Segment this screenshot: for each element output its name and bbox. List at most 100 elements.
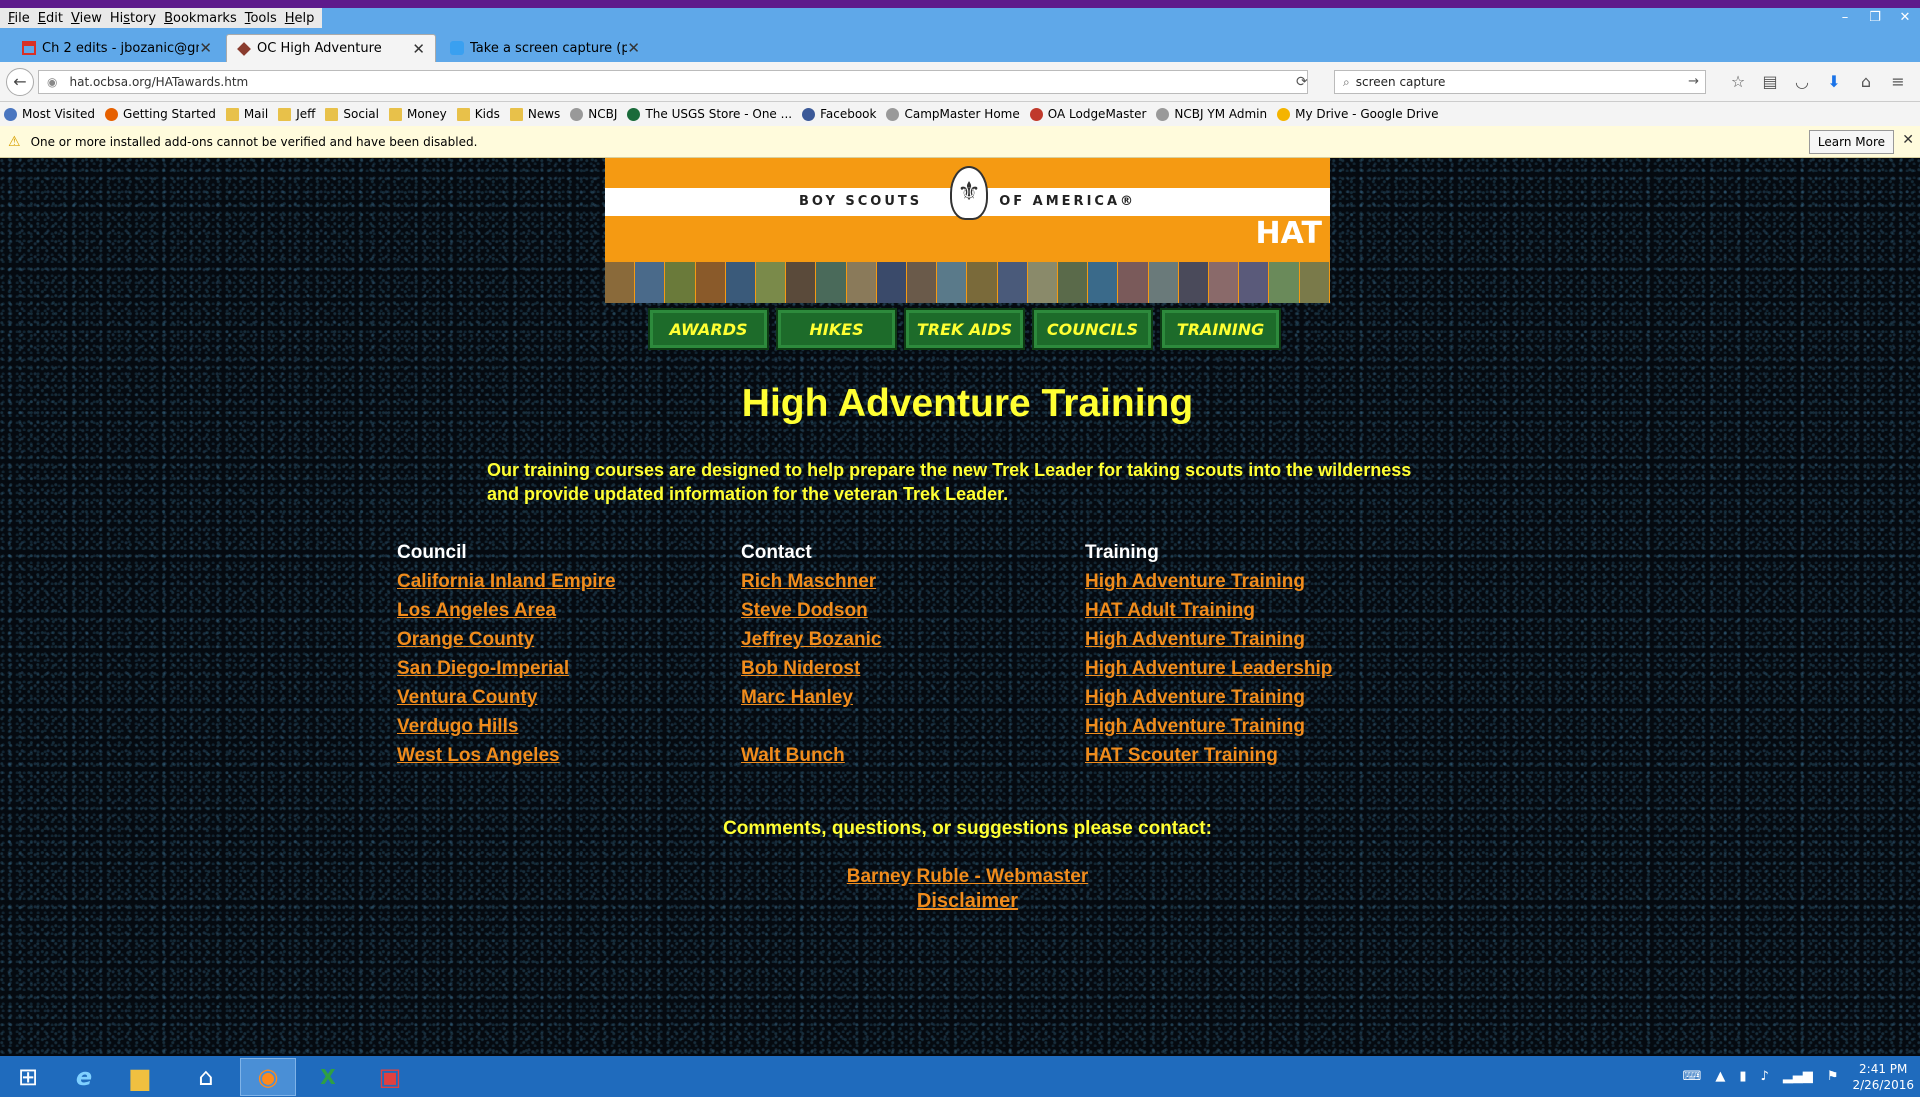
clock[interactable]: 2:41 PM 2/26/2016 <box>1852 1061 1914 1093</box>
menu-view[interactable]: View <box>67 11 106 26</box>
menu-tools[interactable]: Tools <box>241 11 281 26</box>
bookmark-item[interactable]: CampMaster Home <box>886 107 1020 121</box>
nav-button-awards[interactable]: AWARDS <box>648 308 769 350</box>
bookmark-item[interactable]: My Drive - Google Drive <box>1277 107 1438 121</box>
bookmark-item[interactable]: Social <box>325 107 379 121</box>
internet-explorer-icon[interactable]: e <box>56 1058 112 1096</box>
bookmark-item[interactable]: The USGS Store - One ... <box>627 107 792 121</box>
search-bar[interactable]: ⌕ screen capture → <box>1334 70 1706 94</box>
council-link[interactable]: California Inland Empire <box>397 567 616 596</box>
bookmark-favicon-icon <box>570 107 584 121</box>
firefox-icon[interactable]: ◉ <box>240 1058 296 1096</box>
restore-button[interactable]: ❐ <box>1860 8 1890 28</box>
bookmark-item[interactable]: OA LodgeMaster <box>1029 107 1146 121</box>
disclaimer-link[interactable]: Disclaimer <box>0 890 1920 913</box>
clock-time: 2:41 PM <box>1859 1061 1908 1076</box>
bookmark-item[interactable]: Kids <box>456 107 500 121</box>
menu-history[interactable]: History <box>106 11 160 26</box>
bookmark-item[interactable]: Facebook <box>802 107 876 121</box>
bookmark-item[interactable]: News <box>509 107 560 121</box>
training-link[interactable]: High Adventure Training <box>1085 712 1332 741</box>
file-explorer-icon[interactable]: ▆ <box>112 1058 168 1096</box>
nav-button-training[interactable]: TRAINING <box>1160 308 1281 350</box>
minimize-button[interactable]: – <box>1830 8 1860 28</box>
contact-link[interactable]: Marc Hanley <box>741 683 881 712</box>
bookmark-star-icon[interactable]: ☆ <box>1722 72 1754 91</box>
training-link[interactable]: High Adventure Training <box>1085 683 1332 712</box>
keyboard-icon[interactable]: ⌨ <box>1683 1069 1702 1084</box>
battery-icon[interactable]: ▮ <box>1739 1069 1746 1084</box>
training-link[interactable]: HAT Adult Training <box>1085 596 1332 625</box>
nav-button-councils[interactable]: COUNCILS <box>1032 308 1153 350</box>
excel-icon[interactable]: X <box>300 1058 356 1096</box>
home-icon[interactable]: ⌂ <box>178 1058 234 1096</box>
training-column: Training High Adventure Training HAT Adult… <box>1085 538 1332 770</box>
notification-message: One or more installed add-ons cannot be … <box>30 134 478 149</box>
close-notification-icon[interactable]: ✕ <box>1902 132 1914 148</box>
contact-link[interactable]: Walt Bunch <box>741 741 881 770</box>
pocket-icon[interactable]: ◡ <box>1786 72 1818 91</box>
close-tab-icon[interactable]: ✕ <box>199 39 212 57</box>
contact-link[interactable]: Bob Niderost <box>741 654 881 683</box>
clock-date: 2/26/2016 <box>1852 1077 1914 1092</box>
bookmark-item[interactable]: Jeff <box>278 107 315 121</box>
folder-icon <box>325 107 339 121</box>
notification-bar: ⚠ One or more installed add-ons cannot b… <box>0 126 1920 158</box>
reading-list-icon[interactable]: ▤ <box>1754 72 1786 91</box>
council-link[interactable]: Los Angeles Area <box>397 596 616 625</box>
training-link[interactable]: HAT Scouter Training <box>1085 741 1332 770</box>
contact-link[interactable]: Jeffrey Bozanic <box>741 625 881 654</box>
bookmark-item[interactable]: NCBJ <box>570 107 617 121</box>
menu-edit[interactable]: Edit <box>34 11 67 26</box>
menu-file[interactable]: File <box>4 11 34 26</box>
action-center-flag-icon[interactable]: ⚑ <box>1827 1069 1839 1084</box>
nav-button-hikes[interactable]: HIKES <box>776 308 897 350</box>
bookmark-item[interactable]: Mail <box>225 107 268 121</box>
site-identity-icon[interactable]: ◉ <box>47 75 57 89</box>
learn-more-button[interactable]: Learn More <box>1808 130 1894 154</box>
menu-help[interactable]: Help <box>281 11 319 26</box>
site-icon <box>237 41 251 56</box>
url-bar[interactable]: ◉ hat.ocbsa.org/HATawards.htm <box>38 70 1308 94</box>
menu-hamburger-icon[interactable]: ≡ <box>1882 72 1914 91</box>
download-icon[interactable]: ⬇ <box>1818 72 1850 91</box>
banner-photo <box>1088 262 1119 303</box>
webmaster-link[interactable]: Barney Ruble - Webmaster <box>0 866 1920 888</box>
bookmark-favicon-icon <box>1156 107 1170 121</box>
tab-screen-capture[interactable]: Take a screen capture (pri... ✕ <box>440 34 650 62</box>
tab-oc-high-adventure[interactable]: OC High Adventure ✕ <box>226 34 436 62</box>
training-link[interactable]: High Adventure Leadership <box>1085 654 1332 683</box>
search-go-icon[interactable]: → <box>1688 74 1699 89</box>
bookmark-item[interactable]: NCBJ YM Admin <box>1156 107 1267 121</box>
council-link[interactable]: Ventura County <box>397 683 616 712</box>
bookmark-item[interactable]: Getting Started <box>105 107 216 121</box>
show-hidden-icons-icon[interactable]: ▲ <box>1715 1069 1725 1084</box>
contact-link[interactable]: Rich Maschner <box>741 567 881 596</box>
window-top-strip <box>0 0 1920 8</box>
home-icon[interactable]: ⌂ <box>1850 72 1882 91</box>
council-link[interactable]: San Diego-Imperial <box>397 654 616 683</box>
tab-gmail[interactable]: Ch 2 edits - jbozanic@gm... ✕ <box>12 34 222 62</box>
bookmark-item[interactable]: Money <box>388 107 447 121</box>
bookmark-item[interactable]: Most Visited <box>4 107 95 121</box>
menu-bookmarks[interactable]: Bookmarks <box>160 11 241 26</box>
volume-icon[interactable]: ♪ <box>1761 1069 1769 1084</box>
reload-icon[interactable]: ⟳ <box>1296 74 1308 90</box>
council-link[interactable]: Verdugo Hills <box>397 712 616 741</box>
network-icon[interactable]: ▂▄▆ <box>1783 1069 1813 1084</box>
council-link[interactable]: West Los Angeles <box>397 741 616 770</box>
close-window-button[interactable]: ✕ <box>1890 8 1920 28</box>
council-link[interactable]: Orange County <box>397 625 616 654</box>
folder-icon <box>388 107 402 121</box>
contact-link[interactable]: Steve Dodson <box>741 596 881 625</box>
training-link[interactable]: High Adventure Training <box>1085 567 1332 596</box>
taskbar: ⊞ e ▆ ⌂ ◉ X ▣ ⌨ ▲ ▮ ♪ ▂▄▆ ⚑ 2:41 PM 2/26… <box>0 1056 1920 1097</box>
back-button[interactable]: ← <box>6 68 34 96</box>
banner-text-left: BOY SCOUTS <box>798 194 923 209</box>
close-tab-icon[interactable]: ✕ <box>412 40 425 58</box>
training-link[interactable]: High Adventure Training <box>1085 625 1332 654</box>
windows-start-icon[interactable]: ⊞ <box>0 1058 56 1096</box>
close-tab-icon[interactable]: ✕ <box>627 39 640 57</box>
nav-button-trek-aids[interactable]: TREK AIDS <box>904 308 1025 350</box>
snagit-icon[interactable]: ▣ <box>362 1058 418 1096</box>
